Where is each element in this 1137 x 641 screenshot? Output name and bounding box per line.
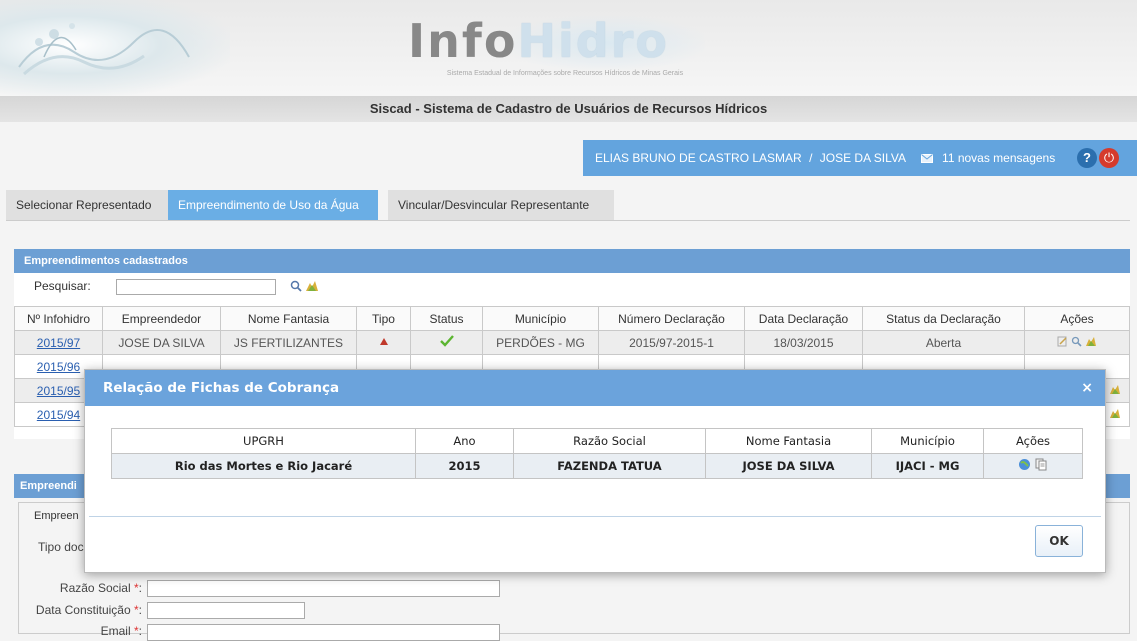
- cell-municipio: IJACI - MG: [871, 453, 984, 479]
- data-constituicao-label: Data Constituição *:: [2, 603, 142, 617]
- row-link-infohidro[interactable]: 2015/97: [37, 336, 80, 350]
- col-numero-declaracao[interactable]: Número Declaração: [598, 306, 745, 331]
- col-status-declaracao[interactable]: Status da Declaração: [862, 306, 1025, 331]
- cell-tipo: [356, 330, 411, 355]
- fichas-cobranca-modal: Relação de Fichas de Cobrança × UPGRH An…: [84, 369, 1106, 573]
- mail-icon[interactable]: [920, 141, 933, 177]
- modal-table-row: Rio das Mortes e Rio Jacaré 2015 FAZENDA…: [111, 453, 1083, 479]
- header-banner: InfoHidro Sistema Estadual de Informaçõe…: [0, 0, 1137, 96]
- table-header-row: Nº Infohidro Empreendedor Nome Fantasia …: [14, 306, 1130, 331]
- search-input[interactable]: [116, 279, 276, 295]
- col-nome-fantasia[interactable]: Nome Fantasia: [220, 306, 357, 331]
- panel-title: Empreendimentos cadastrados: [14, 249, 1130, 273]
- cell-acoes: [983, 453, 1083, 479]
- logo-info-text: Info: [408, 14, 518, 68]
- logo-hidro-text: Hidro: [517, 14, 669, 68]
- col-status[interactable]: Status: [410, 306, 483, 331]
- col-data-declaracao[interactable]: Data Declaração: [744, 306, 863, 331]
- close-icon[interactable]: ×: [1081, 370, 1093, 406]
- view-search-icon[interactable]: [1071, 336, 1082, 350]
- cobranca-icon[interactable]: [1109, 408, 1121, 422]
- cell-municipio: PERDÕES - MG: [482, 330, 599, 355]
- table-row: 2015/97 JOSE DA SILVA JS FERTILIZANTES P…: [14, 330, 1130, 355]
- col-municipio: Município: [871, 428, 984, 454]
- search-icon[interactable]: [290, 280, 302, 295]
- cell-razao-social: FAZENDA TATUA: [513, 453, 706, 479]
- label-colon: :: [138, 581, 142, 595]
- tipo-doc-label: Tipo doc: [38, 540, 84, 554]
- label-colon: :: [138, 603, 142, 617]
- email-label: Email *:: [36, 624, 142, 638]
- search-label: Pesquisar:: [34, 279, 91, 293]
- col-upgrh: UPGRH: [111, 428, 416, 454]
- data-constituicao-label-text: Data Constituição: [35, 603, 131, 617]
- cell-upgrh: Rio das Mortes e Rio Jacaré: [111, 453, 416, 479]
- tabs-divider: [6, 220, 1130, 221]
- row-link-infohidro[interactable]: 2015/96: [37, 360, 80, 374]
- modal-divider: [89, 516, 1101, 517]
- help-icon[interactable]: ?: [1077, 148, 1097, 168]
- cell-status: [410, 330, 483, 355]
- water-splash-image: [0, 0, 230, 96]
- represented-name[interactable]: JOSE DA SILVA: [820, 151, 906, 165]
- logout-power-icon[interactable]: ⏻: [1099, 148, 1119, 168]
- razao-social-label-text: Razão Social: [59, 581, 131, 595]
- user-separator: /: [809, 151, 813, 165]
- clear-filter-icon[interactable]: [305, 280, 319, 295]
- col-n-infohidro[interactable]: Nº Infohidro: [14, 306, 103, 331]
- email-input[interactable]: [147, 624, 500, 641]
- messages-link[interactable]: 11 novas mensagens: [942, 151, 1055, 165]
- razao-social-label: Razão Social *:: [36, 581, 142, 595]
- logo-subtitle: Sistema Estadual de Informações sobre Re…: [446, 70, 684, 77]
- col-ano: Ano: [415, 428, 514, 454]
- infohidro-logo: InfoHidro Sistema Estadual de Informaçõe…: [400, 14, 730, 84]
- copy-document-icon[interactable]: [1035, 458, 1048, 474]
- form-legend: Empreen: [34, 510, 79, 522]
- fichas-table: UPGRH Ano Razão Social Nome Fantasia Mun…: [111, 428, 1083, 479]
- user-bar: ELIAS BRUNO DE CASTRO LASMAR / JOSE DA S…: [583, 140, 1137, 176]
- modal-header: Relação de Fichas de Cobrança ×: [85, 370, 1105, 406]
- cell-nome-fantasia: JS FERTILIZANTES: [220, 330, 357, 355]
- col-empreendedor[interactable]: Empreendedor: [102, 306, 221, 331]
- search-row: Pesquisar:: [34, 279, 318, 297]
- row-link-infohidro[interactable]: 2015/94: [37, 408, 80, 422]
- cell-status-declaracao: Aberta: [862, 330, 1025, 355]
- row-link-infohidro[interactable]: 2015/95: [37, 384, 80, 398]
- modal-title: Relação de Fichas de Cobrança: [103, 380, 340, 396]
- system-title: Siscad - Sistema de Cadastro de Usuários…: [0, 96, 1137, 122]
- status-ok-check-icon: [439, 335, 454, 350]
- cell-numero-declaracao: 2015/97-2015-1: [598, 330, 745, 355]
- tipo-icon: [379, 336, 389, 350]
- col-acoes: Ações: [983, 428, 1083, 454]
- data-constituicao-input[interactable]: [147, 602, 305, 619]
- globe-icon[interactable]: [1018, 458, 1031, 474]
- cell-ano: 2015: [415, 453, 514, 479]
- modal-table-header-row: UPGRH Ano Razão Social Nome Fantasia Mun…: [111, 428, 1083, 454]
- cell-data-declaracao: 18/03/2015: [744, 330, 863, 355]
- cobranca-icon[interactable]: [1085, 336, 1097, 350]
- tab-empreendimento[interactable]: Empreendimento de Uso da Água: [168, 190, 378, 220]
- col-acoes: Ações: [1024, 306, 1130, 331]
- razao-social-input[interactable]: [147, 580, 500, 597]
- col-nome-fantasia: Nome Fantasia: [705, 428, 872, 454]
- cell-empreendedor: JOSE DA SILVA: [102, 330, 221, 355]
- email-label-text: Email: [100, 624, 131, 638]
- col-municipio[interactable]: Município: [482, 306, 599, 331]
- user-name[interactable]: ELIAS BRUNO DE CASTRO LASMAR: [595, 151, 802, 165]
- cell-acoes: [1024, 330, 1130, 355]
- tab-vincular-representante[interactable]: Vincular/Desvincular Representante: [388, 190, 614, 220]
- ok-button[interactable]: OK: [1035, 525, 1083, 557]
- label-colon: :: [138, 624, 142, 638]
- col-tipo[interactable]: Tipo: [356, 306, 411, 331]
- cell-nome-fantasia: JOSE DA SILVA: [705, 453, 872, 479]
- col-razao-social: Razão Social: [513, 428, 706, 454]
- edit-icon[interactable]: [1057, 336, 1068, 350]
- cobranca-icon[interactable]: [1109, 384, 1121, 398]
- tab-selecionar-representado[interactable]: Selecionar Representado: [6, 190, 168, 220]
